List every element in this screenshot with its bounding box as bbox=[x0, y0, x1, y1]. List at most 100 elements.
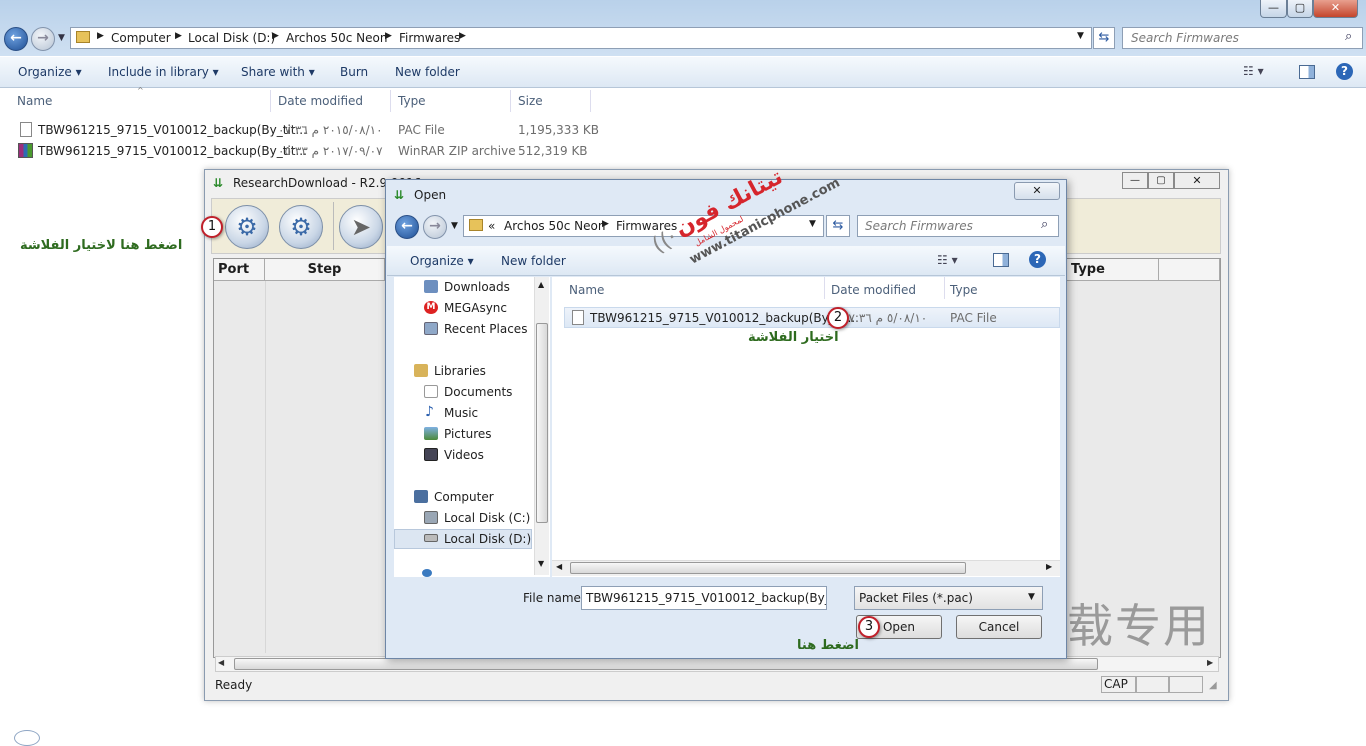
scroll-right-icon[interactable]: ▶ bbox=[1207, 658, 1213, 667]
scroll-thumb[interactable] bbox=[536, 323, 548, 523]
breadcrumb-firmwares[interactable]: Firmwares bbox=[399, 31, 460, 45]
navigation-pane: Downloads M MEGAsync Recent Places Libra… bbox=[394, 277, 550, 577]
new-folder-button[interactable]: New folder bbox=[501, 254, 566, 268]
folder-icon bbox=[76, 31, 90, 43]
nav-recent-places[interactable]: Recent Places bbox=[444, 322, 527, 336]
column-type[interactable]: Type bbox=[1067, 259, 1159, 281]
close-button[interactable]: ✕ bbox=[1174, 172, 1220, 189]
column-date-modified[interactable]: Date modified bbox=[831, 283, 916, 297]
file-type-value: Packet Files (*.pac) bbox=[859, 591, 973, 605]
preview-pane-icon[interactable] bbox=[993, 253, 1009, 267]
search-placeholder: Search Firmwares bbox=[865, 219, 973, 233]
preview-pane-icon[interactable] bbox=[1299, 65, 1315, 79]
organize-button[interactable]: Organize ▾ bbox=[18, 65, 82, 79]
forward-arrow-icon[interactable]: → bbox=[31, 27, 55, 51]
file-type-select[interactable]: Packet Files (*.pac) ▼ bbox=[854, 586, 1043, 610]
load-packet-button[interactable]: ⚙ bbox=[225, 205, 269, 249]
nav-libraries[interactable]: Libraries bbox=[434, 364, 486, 378]
gear-icon: ⚙ bbox=[236, 213, 258, 241]
drive-d-icon bbox=[424, 534, 438, 542]
file-name: TBW961215_9715_V010012_backup(By_tit... bbox=[590, 311, 859, 325]
history-dropdown-icon[interactable]: ▼ bbox=[58, 33, 65, 43]
maximize-button[interactable]: ▢ bbox=[1287, 0, 1313, 18]
column-name[interactable]: Name bbox=[17, 94, 52, 108]
start-download-button[interactable]: ➤ bbox=[339, 205, 383, 249]
winrar-archive-icon bbox=[18, 143, 33, 158]
column-step[interactable]: Step bbox=[265, 259, 385, 281]
watermark-chinese: 载专用 bbox=[1067, 599, 1211, 653]
nav-videos[interactable]: Videos bbox=[444, 448, 484, 462]
breadcrumb-archos[interactable]: Archos 50c Neon bbox=[504, 219, 605, 233]
breadcrumb-local-disk-d[interactable]: Local Disk (D:) bbox=[188, 31, 275, 45]
column-size[interactable]: Size bbox=[518, 94, 543, 108]
file-type: PAC File bbox=[950, 311, 997, 325]
nav-downloads[interactable]: Downloads bbox=[444, 280, 510, 294]
back-arrow-icon[interactable]: ← bbox=[395, 215, 419, 239]
scroll-thumb[interactable] bbox=[570, 562, 966, 574]
help-icon[interactable]: ? bbox=[1336, 63, 1353, 80]
close-button[interactable]: ✕ bbox=[1313, 0, 1358, 18]
refresh-icon[interactable]: ⇆ bbox=[826, 215, 850, 237]
dialog-search-input[interactable]: Search Firmwares ⌕ bbox=[857, 215, 1059, 237]
view-options-icon[interactable]: ☷ ▾ bbox=[937, 253, 958, 267]
refresh-icon[interactable]: ⇆ bbox=[1093, 27, 1115, 49]
minimize-button[interactable]: — bbox=[1122, 172, 1148, 189]
column-date-modified[interactable]: Date modified bbox=[278, 94, 363, 108]
search-icon[interactable]: ⌕ bbox=[1345, 29, 1352, 44]
nav-vertical-scrollbar[interactable]: ▲ ▼ bbox=[534, 277, 549, 575]
scroll-up-icon[interactable]: ▲ bbox=[538, 280, 544, 289]
nav-pictures[interactable]: Pictures bbox=[444, 427, 492, 441]
organize-button[interactable]: Organize ▾ bbox=[410, 254, 474, 268]
help-icon[interactable]: ? bbox=[1029, 251, 1046, 268]
breadcrumb-overflow[interactable]: « bbox=[488, 219, 495, 233]
settings-button[interactable]: ⚙ bbox=[279, 205, 323, 249]
nav-documents[interactable]: Documents bbox=[444, 385, 512, 399]
file-list-horizontal-scrollbar[interactable]: ◀ ▶ bbox=[552, 560, 1060, 576]
address-bar[interactable]: ▶ Computer ▶ Local Disk (D:) ▶ Archos 50… bbox=[70, 27, 1092, 49]
drive-c-icon bbox=[424, 511, 438, 524]
nav-computer[interactable]: Computer bbox=[434, 490, 494, 504]
minimize-button[interactable]: — bbox=[1260, 0, 1287, 18]
column-type[interactable]: Type bbox=[950, 283, 978, 297]
nav-local-disk-c[interactable]: Local Disk (C:) bbox=[444, 511, 530, 525]
search-input[interactable]: Search Firmwares ⌕ bbox=[1122, 27, 1363, 49]
resize-grip-icon[interactable]: ◢ bbox=[1209, 680, 1217, 691]
close-button[interactable]: ✕ bbox=[1014, 182, 1060, 200]
caps-lock-indicator: CAP bbox=[1101, 676, 1137, 693]
gears-icon: ⚙ bbox=[290, 213, 312, 241]
burn-button[interactable]: Burn bbox=[340, 65, 368, 79]
scroll-down-icon[interactable]: ▼ bbox=[538, 559, 544, 568]
include-in-library-button[interactable]: Include in library ▾ bbox=[108, 65, 219, 79]
view-options-icon[interactable]: ☷ ▾ bbox=[1243, 64, 1264, 78]
column-port[interactable]: Port bbox=[214, 259, 265, 281]
file-name-input[interactable]: TBW961215_9715_V010012_backup(By_titanic bbox=[581, 586, 827, 610]
column-type[interactable]: Type bbox=[398, 94, 426, 108]
nav-megasync[interactable]: MEGAsync bbox=[444, 301, 507, 315]
scroll-thumb[interactable] bbox=[234, 658, 1098, 670]
share-with-button[interactable]: Share with ▾ bbox=[241, 65, 315, 79]
history-dropdown-icon[interactable]: ▼ bbox=[451, 221, 458, 231]
forward-arrow-icon[interactable]: → bbox=[423, 215, 447, 239]
megasync-icon: M bbox=[424, 301, 438, 314]
step-badge-3: 3 bbox=[858, 616, 880, 638]
scroll-left-icon[interactable]: ◀ bbox=[218, 658, 224, 667]
chevron-down-icon[interactable]: ▼ bbox=[1077, 31, 1084, 41]
nav-local-disk-d[interactable]: Local Disk (D:) bbox=[444, 532, 531, 546]
new-folder-button[interactable]: New folder bbox=[395, 65, 460, 79]
search-icon[interactable]: ⌕ bbox=[1041, 217, 1048, 232]
nav-music[interactable]: Music bbox=[444, 406, 478, 420]
cancel-button[interactable]: Cancel bbox=[956, 615, 1042, 639]
column-divider bbox=[590, 90, 591, 112]
status-panel bbox=[1169, 676, 1203, 693]
maximize-button[interactable]: ▢ bbox=[1148, 172, 1174, 189]
chevron-down-icon[interactable]: ▼ bbox=[809, 219, 816, 229]
scroll-left-icon[interactable]: ◀ bbox=[556, 562, 562, 571]
scroll-right-icon[interactable]: ▶ bbox=[1046, 562, 1052, 571]
column-name[interactable]: Name bbox=[569, 283, 604, 297]
annotation-press-here: اضغط هنا bbox=[797, 638, 860, 653]
breadcrumb-archos[interactable]: Archos 50c Neon bbox=[286, 31, 387, 45]
pac-file-icon bbox=[20, 122, 32, 137]
back-arrow-icon[interactable]: ← bbox=[4, 27, 28, 51]
documents-icon bbox=[424, 385, 438, 398]
breadcrumb-computer[interactable]: Computer bbox=[111, 31, 171, 45]
